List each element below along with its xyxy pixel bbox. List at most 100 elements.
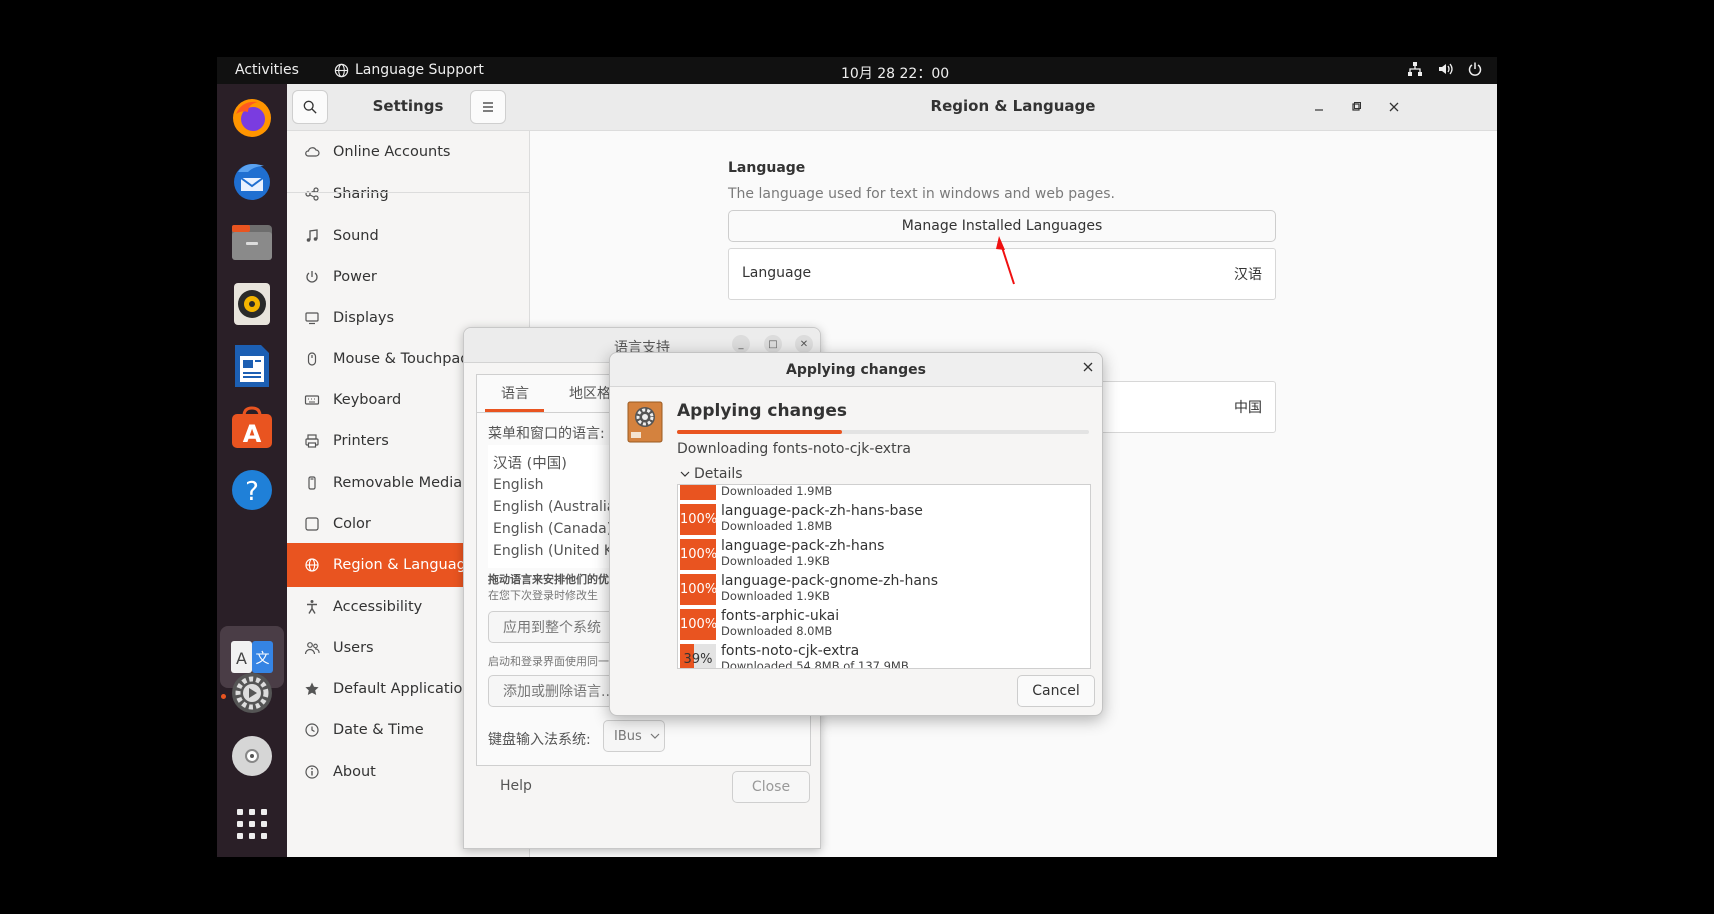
applying-heading: Applying changes	[677, 401, 847, 421]
formats-row-value: 中国	[1234, 400, 1262, 416]
ls-close-button[interactable]: Close	[732, 771, 810, 803]
svg-text:?: ?	[245, 477, 259, 507]
package-progress-text: Downloaded 1.9KB	[721, 589, 830, 603]
ls-close-icon[interactable]: ✕	[795, 335, 813, 353]
sidebar-item-label: Date & Time	[333, 722, 424, 738]
sidebar-item-label: Users	[333, 640, 374, 656]
app-center-icon[interactable]: A	[228, 404, 276, 452]
drag-hint-sub: 在您下次登录时修改生	[488, 589, 598, 602]
add-remove-languages-button[interactable]: 添加或删除语言...	[488, 675, 628, 707]
dvd-icon[interactable]	[228, 732, 276, 780]
list-item[interactable]: English	[493, 477, 544, 493]
package-name: language-pack-gnome-zh-hans	[721, 573, 939, 589]
list-item: Downloaded 1.9MB	[678, 485, 1090, 502]
input-method-label: 键盘输入法系统:	[488, 732, 591, 748]
login-hint: 启动和登录界面使用同一	[488, 655, 609, 668]
list-item[interactable]: English (Australia)	[493, 499, 621, 515]
package-progress-text: Downloaded 1.9KB	[721, 554, 830, 568]
menu-language-label: 菜单和窗口的语言:	[488, 426, 605, 442]
star-icon	[301, 681, 323, 697]
tab-regional-formats[interactable]: 地区格	[569, 383, 611, 403]
sidebar-item-label: Displays	[333, 310, 395, 326]
input-method-select[interactable]: IBus	[603, 720, 665, 752]
apply-system-wide-button[interactable]: 应用到整个系统	[488, 611, 628, 643]
package-name: language-pack-zh-hans-base	[721, 503, 923, 519]
desktop: Activities Language Support 10月 28 22：00	[217, 57, 1497, 857]
rhythmbox-icon[interactable]	[228, 280, 276, 328]
top-bar: Activities Language Support 10月 28 22：00	[217, 57, 1497, 84]
sidebar-item-power[interactable]: Power	[287, 255, 529, 299]
list-item: 100% language-pack-gnome-zh-hans Downloade…	[678, 572, 1090, 607]
list-item: 100% language-pack-zh-hans Downloaded 1.9K…	[678, 537, 1090, 572]
firefox-icon[interactable]	[228, 94, 276, 142]
sidebar-item-label: Mouse & Touchpad	[333, 351, 470, 367]
package-name: language-pack-zh-hans	[721, 538, 885, 554]
package-progress-badge: 100%	[680, 574, 716, 605]
package-list[interactable]: Downloaded 1.9MB 100% language-pack-zh-ha…	[677, 484, 1091, 669]
package-progress-text: Downloaded 1.8MB	[721, 519, 833, 533]
ls-maximize-button[interactable]: □	[764, 335, 782, 353]
network-icon[interactable]	[1407, 61, 1423, 77]
help-button[interactable]: Help	[500, 778, 532, 794]
sidebar-item-label: Color	[333, 516, 371, 532]
app-name: Language Support	[355, 62, 484, 78]
sidebar-item-sound[interactable]: Sound	[287, 214, 529, 258]
overall-progress-bar	[677, 430, 1089, 434]
sidebar-item-label: Sound	[333, 228, 379, 244]
package-progress-text: Downloaded 8.0MB	[721, 624, 833, 638]
display-icon	[301, 310, 323, 326]
ls-minimize-button[interactable]: _	[732, 335, 750, 353]
writer-icon[interactable]	[228, 342, 276, 390]
download-status: Downloading fonts-noto-cjk-extra	[677, 441, 911, 457]
color-icon	[301, 516, 323, 532]
app-menu[interactable]: Language Support	[334, 62, 484, 78]
package-name: fonts-arphic-ukai	[721, 608, 840, 624]
clock[interactable]: 10月 28 22：00	[841, 63, 949, 83]
list-item[interactable]: English (Canada)	[493, 521, 612, 537]
chevron-down-icon	[680, 471, 690, 477]
package-progress-text: Downloaded 54.8MB of 137.9MB	[721, 659, 909, 669]
details-expander[interactable]: Details	[680, 466, 743, 482]
keyboard-icon	[301, 392, 323, 408]
applying-changes-titlebar: Applying changes	[610, 353, 1102, 387]
info-icon	[301, 764, 323, 780]
package-progress-badge: 100%	[680, 539, 716, 570]
details-label: Details	[694, 466, 743, 482]
volume-icon[interactable]	[1437, 61, 1453, 77]
menu-button[interactable]	[470, 90, 506, 124]
show-apps-icon[interactable]	[228, 800, 276, 848]
dock: A ? A文	[217, 84, 287, 857]
music-note-icon	[301, 228, 323, 244]
sidebar-item-label: Sharing	[333, 186, 389, 202]
dialog-title: Applying changes	[786, 362, 926, 378]
sidebar-item-online-accounts[interactable]: Online Accounts	[287, 130, 529, 174]
package-progress-badge: 39%	[680, 644, 716, 668]
help-icon[interactable]: ?	[228, 466, 276, 514]
system-tray[interactable]	[1407, 61, 1483, 77]
sidebar-item-label: About	[333, 764, 376, 780]
sidebar-item-sharing[interactable]: Sharing	[287, 172, 529, 216]
clock-icon	[301, 722, 323, 738]
input-method-value: IBus	[614, 729, 642, 744]
sidebar-item-label: Power	[333, 269, 377, 285]
activities-button[interactable]: Activities	[235, 62, 299, 78]
package-installer-icon	[627, 401, 663, 443]
sidebar-item-label: Removable Media	[333, 475, 463, 491]
package-progress-badge: 100%	[680, 609, 716, 640]
drag-hint: 拖动语言来安排他们的优	[488, 573, 609, 586]
sidebar-item-label: Keyboard	[333, 392, 402, 408]
dialog-close-button[interactable]	[1083, 360, 1093, 376]
svg-text:文: 文	[256, 651, 270, 667]
sidebar-item-label: Accessibility	[333, 599, 423, 615]
cancel-button[interactable]: Cancel	[1017, 675, 1095, 707]
cloud-icon	[301, 144, 323, 160]
mouse-icon	[301, 351, 323, 367]
power-icon[interactable]	[1467, 61, 1483, 77]
package-name: fonts-noto-cjk-extra	[721, 643, 860, 659]
files-icon[interactable]	[228, 218, 276, 266]
settings-icon[interactable]	[228, 669, 276, 717]
package-progress-badge: 100%	[680, 504, 716, 535]
thunderbird-icon[interactable]	[228, 156, 276, 204]
tab-language[interactable]: 语言	[501, 383, 529, 403]
list-item[interactable]: 汉语 (中国)	[493, 452, 567, 473]
